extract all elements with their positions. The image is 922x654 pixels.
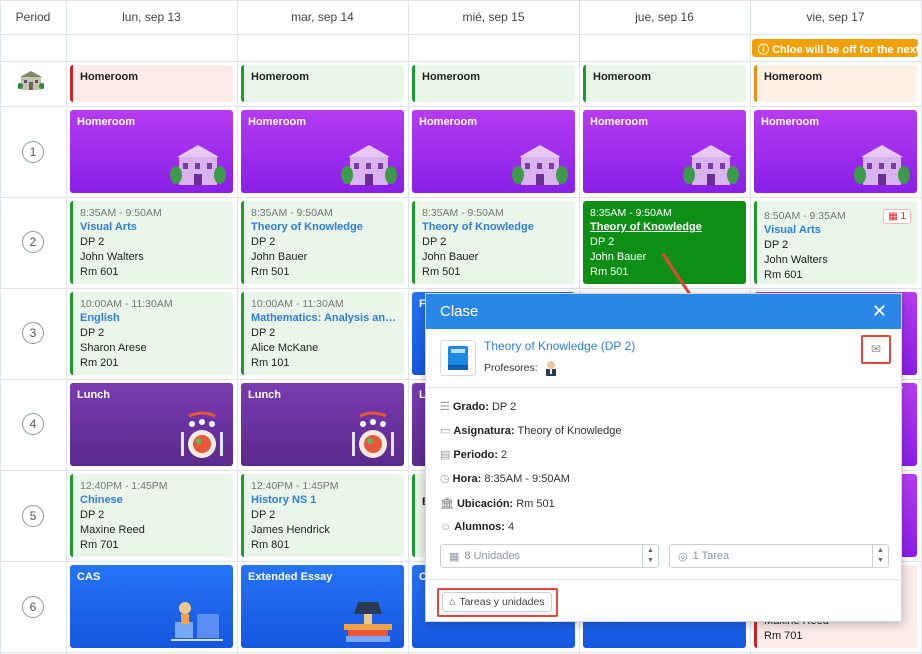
food-plate-icon [181, 411, 223, 458]
teachers-row: Profesores: [484, 360, 558, 376]
school-building-icon [854, 145, 910, 185]
check-circle-icon: ◎ [678, 550, 688, 563]
units-select[interactable]: ▦ 8 Unidades ▲ ▼ [440, 544, 659, 568]
class-detail-modal: Clase ✕ Theory of Knowledge (DP 2) Profe… [425, 293, 903, 622]
school-building-icon [17, 70, 45, 95]
homeroom-period-cell[interactable]: Homeroom [412, 110, 575, 193]
homeroom-cell[interactable]: Homeroom [241, 65, 404, 102]
school-building-icon [341, 145, 397, 185]
bank-icon: 🏛 [440, 498, 454, 510]
location-row: 🏛 Ubicación: Rm 501 [440, 497, 555, 511]
book-outline-icon: ▭ [440, 425, 451, 437]
community-service-icon [171, 602, 223, 641]
school-building-icon [170, 145, 226, 185]
period-6-label: 6 [22, 596, 44, 618]
time-row: ◷ Hora: 8:35AM - 9:50AM [440, 472, 570, 486]
day-header-fri: vie, sep 17 [806, 10, 865, 24]
school-building-icon [683, 145, 739, 185]
homeroom-period-cell[interactable]: Homeroom [754, 110, 917, 193]
class-cell[interactable]: 10:00AM - 11:30AM Mathematics: Analysis … [241, 292, 404, 375]
lunch-cell[interactable]: Lunch [241, 383, 404, 466]
homeroom-period-cell[interactable]: Homeroom [583, 110, 746, 193]
period-3-label: 3 [22, 322, 44, 344]
day-header-tue: mar, sep 14 [291, 10, 354, 24]
day-header-thu: jue, sep 16 [635, 10, 694, 24]
period-row: ▤ Periodo: 2 [440, 448, 508, 462]
food-plate-icon [352, 411, 394, 458]
class-name-link[interactable]: Theory of Knowledge (DP 2) [484, 339, 635, 353]
day-header-mon: lun, sep 13 [122, 10, 181, 24]
list-icon: ☰ [440, 401, 450, 413]
class-cell[interactable]: 8:35AM - 9:50AM Theory of Knowledge DP 2… [241, 201, 404, 284]
period-5-label: 5 [22, 505, 44, 527]
divider [426, 387, 903, 388]
class-cell[interactable]: 8:35AM - 9:50AM Visual Arts DP 2 John Wa… [70, 201, 233, 284]
books-icon [344, 602, 392, 642]
lunch-cell[interactable]: Lunch [70, 383, 233, 466]
class-cell[interactable]: Extended Essay [241, 565, 404, 648]
students-row: ☺ Alumnos: 4 [440, 521, 515, 533]
class-cell[interactable]: 12:40PM - 1:45PM History NS 1 DP 2 James… [241, 474, 404, 557]
homeroom-period-cell[interactable]: Homeroom [241, 110, 404, 193]
clock-icon: ◷ [440, 473, 450, 485]
task-badge[interactable]: ▦ 1 [883, 209, 911, 224]
avatar[interactable] [544, 360, 558, 376]
period-4-label: 4 [22, 413, 44, 435]
homeroom-period-cell[interactable]: Homeroom [70, 110, 233, 193]
annotation-box-mail [861, 335, 891, 364]
book-icon [440, 340, 476, 376]
users-icon: ☺ [440, 521, 452, 533]
spinner-icon: ▲ ▼ [872, 545, 888, 567]
close-icon[interactable]: ✕ [872, 301, 887, 322]
subject-row: ▭ Asignatura: Theory of Knowledge [440, 424, 622, 438]
period-1-label: 1 [22, 141, 44, 163]
grade-row: ☰ Grado: DP 2 [440, 400, 517, 414]
class-cell[interactable]: 8:50AM - 9:35AM Visual Arts DP 2 John Wa… [754, 201, 917, 284]
spinner-icon: ▲ ▼ [642, 545, 658, 567]
school-building-icon [512, 145, 568, 185]
absence-notice[interactable]: ⓘ Chloe will be off for the next [752, 39, 918, 57]
period-column-header: Period [15, 10, 51, 24]
homeroom-cell[interactable]: Homeroom [754, 65, 917, 102]
calendar-icon: ▦ [449, 550, 460, 563]
homeroom-cell[interactable]: Homeroom [70, 65, 233, 102]
modal-header: Clase ✕ [426, 294, 901, 329]
homeroom-cell[interactable]: Homeroom [583, 65, 746, 102]
homeroom-cell[interactable]: Homeroom [412, 65, 575, 102]
class-cell[interactable]: 8:35AM - 9:50AM Theory of Knowledge DP 2… [412, 201, 575, 284]
calendar-icon: ▦ [888, 211, 901, 222]
class-cell[interactable]: CAS [70, 565, 233, 648]
info-icon: ⓘ [758, 44, 773, 56]
period-icon: ▤ [440, 449, 451, 461]
divider [426, 579, 903, 580]
tasks-select[interactable]: ◎ 1 Tarea ▲ ▼ [669, 544, 889, 568]
annotation-box-tasks [437, 588, 558, 617]
day-header-wed: mié, sep 15 [462, 10, 525, 24]
modal-title: Clase [440, 303, 479, 320]
period-2-label: 2 [22, 231, 44, 253]
class-cell[interactable]: 12:40PM - 1:45PM Chinese DP 2 Maxine Ree… [70, 474, 233, 557]
class-cell[interactable]: 10:00AM - 11:30AM English DP 2 Sharon Ar… [70, 292, 233, 375]
